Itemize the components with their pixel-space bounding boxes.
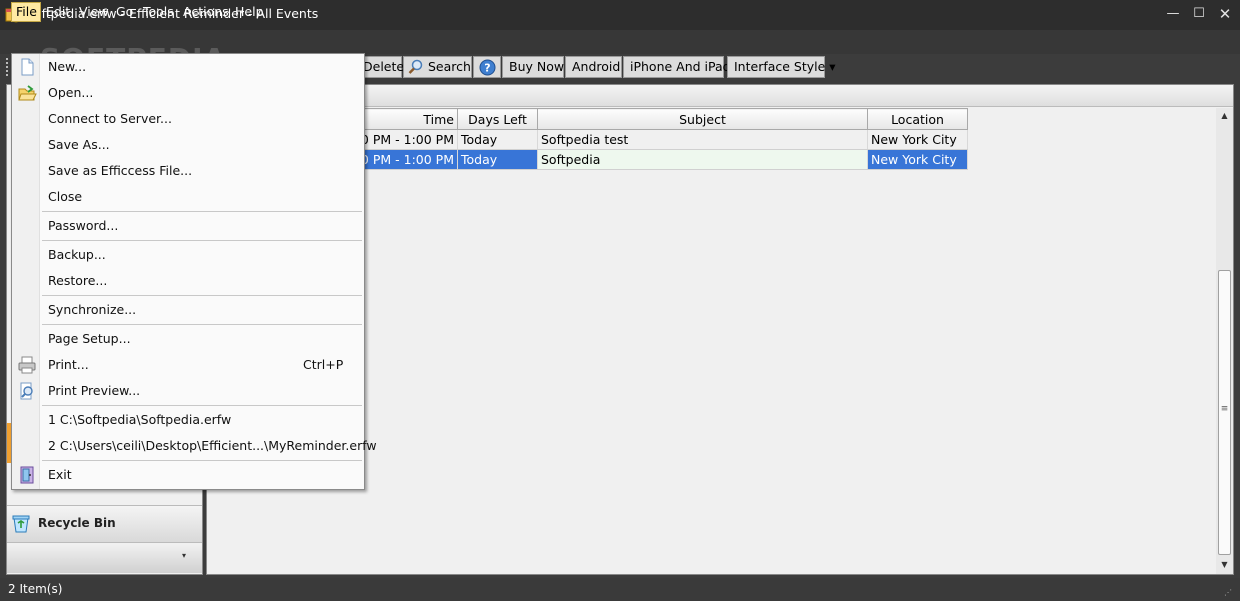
menu-separator (42, 295, 362, 296)
menu-item-open[interactable]: Open... (48, 85, 93, 100)
cell-subject: Softpedia (537, 149, 868, 170)
menu-item-close[interactable]: Close (48, 189, 82, 204)
close-button[interactable]: ✕ (1214, 4, 1236, 24)
status-item-count: 2 Item(s) (8, 582, 63, 596)
resize-grip-icon[interactable]: ⋰ (1224, 588, 1232, 597)
toolbar-grip[interactable] (6, 58, 10, 76)
menu-separator (42, 324, 362, 325)
interface-style-dropdown[interactable]: Interface Style ▾ (727, 56, 836, 78)
scroll-down-arrow-icon[interactable]: ▼ (1216, 557, 1233, 573)
menu-item-new[interactable]: New... (48, 59, 86, 74)
menu-item-backup[interactable]: Backup... (48, 247, 106, 262)
cell-location: New York City (867, 149, 968, 170)
new-document-icon (21, 58, 34, 76)
menu-item-print-preview[interactable]: Print Preview... (48, 383, 140, 398)
menu-item-password[interactable]: Password... (48, 218, 118, 233)
cell-subject: Softpedia test (537, 129, 868, 150)
scroll-up-arrow-icon[interactable]: ▲ (1216, 108, 1233, 124)
menu-file[interactable]: File (11, 2, 41, 22)
menu-separator (42, 405, 362, 406)
buy-now-button[interactable]: Buy Now (502, 56, 564, 78)
print-preview-icon (20, 382, 33, 400)
menu-go[interactable]: Go (112, 2, 137, 22)
search-button[interactable]: Search (403, 56, 472, 78)
menu-item-restore[interactable]: Restore... (48, 273, 107, 288)
printer-icon (18, 356, 36, 374)
menu-item-print[interactable]: Print... (48, 357, 89, 372)
cell-location: New York City (867, 129, 968, 150)
minimize-button[interactable]: — (1162, 4, 1184, 24)
cell-days-left: Today (457, 149, 538, 170)
help-button[interactable]: ? (473, 56, 501, 78)
android-button[interactable]: Android (565, 56, 622, 78)
menu-item-recent-2[interactable]: 2 C:\Users\ceili\Desktop\Efficient...\My… (48, 438, 377, 453)
scrollbar-grip-icon: ≡ (1220, 404, 1229, 414)
column-header-location[interactable]: Location (867, 108, 968, 130)
menu-tools[interactable]: Tools (139, 2, 178, 22)
recycle-bin-icon (12, 515, 30, 533)
exit-icon (20, 466, 34, 484)
menu-help[interactable]: Help (231, 2, 268, 22)
menu-actions[interactable]: Actions (179, 2, 233, 22)
search-icon (408, 59, 423, 74)
column-header-days-left[interactable]: Days Left (457, 108, 538, 130)
menu-separator (42, 211, 362, 212)
print-shortcut: Ctrl+P (303, 357, 344, 372)
open-folder-icon (18, 85, 37, 101)
chevron-down-icon[interactable]: ▾ (182, 551, 186, 560)
search-button-label: Search (428, 59, 471, 74)
menu-item-recent-1[interactable]: 1 C:\Softpedia\Softpedia.erfw (48, 412, 231, 427)
cell-days-left: Today (457, 129, 538, 150)
help-icon: ? (479, 59, 496, 76)
iphone-ipad-button[interactable]: iPhone And iPad (623, 56, 731, 78)
menu-separator (42, 460, 362, 461)
nav-options-bar[interactable] (7, 545, 202, 573)
column-header-subject[interactable]: Subject (537, 108, 868, 130)
menu-item-page-setup[interactable]: Page Setup... (48, 331, 131, 346)
file-menu-icon-gutter (12, 54, 40, 489)
maximize-button[interactable]: ☐ (1188, 4, 1210, 24)
menu-item-exit[interactable]: Exit (48, 467, 72, 482)
recycle-bin-label: Recycle Bin (38, 516, 116, 530)
menu-view[interactable]: View (75, 2, 113, 22)
menu-item-save-efficcess[interactable]: Save as Efficcess File... (48, 163, 192, 178)
menu-item-synchronize[interactable]: Synchronize... (48, 302, 136, 317)
menu-edit[interactable]: Edit (42, 2, 74, 22)
menu-item-connect-server[interactable]: Connect to Server... (48, 111, 172, 126)
help-glyph: ? (484, 62, 490, 75)
menu-item-save-as[interactable]: Save As... (48, 137, 110, 152)
status-bar (0, 578, 1240, 601)
menu-separator (42, 240, 362, 241)
